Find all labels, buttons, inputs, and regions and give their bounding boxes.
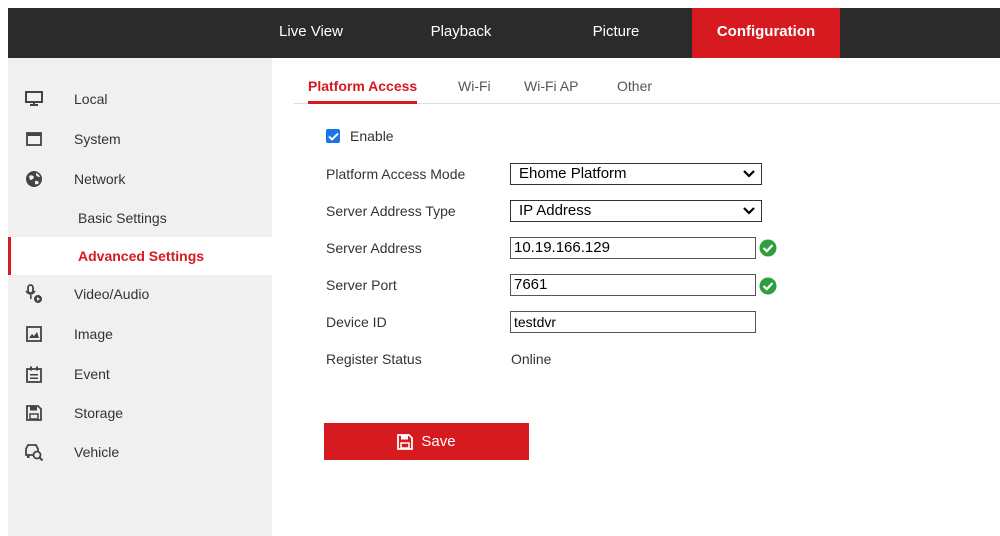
sidebar-item-video-audio[interactable]: Video/Audio (8, 275, 272, 313)
check-circle-icon (759, 239, 777, 257)
top-strip (0, 0, 1000, 8)
sidebar-item-event[interactable]: Event (8, 355, 272, 393)
chevron-down-icon (743, 207, 755, 215)
tab-platform-access[interactable]: Platform Access (308, 78, 418, 104)
sidebar: Local System Network Basic Settings Adva… (8, 58, 272, 536)
server-port-label: Server Port (326, 277, 397, 293)
checkmark-icon (327, 132, 339, 141)
sidebar-item-label: Event (74, 366, 110, 382)
nav-configuration[interactable]: Configuration (692, 8, 840, 58)
nav-picture[interactable]: Picture (576, 8, 656, 58)
device-id-label: Device ID (326, 314, 387, 330)
sidebar-item-vehicle[interactable]: Vehicle (8, 433, 272, 471)
sidebar-item-label: Basic Settings (78, 210, 167, 226)
server-address-input[interactable]: 10.19.166.129 (510, 237, 756, 259)
check-circle-icon (759, 277, 777, 295)
audio-video-icon (24, 284, 44, 304)
server-address-type-label: Server Address Type (326, 203, 456, 219)
floppy-icon (397, 433, 414, 450)
sidebar-item-label: Vehicle (74, 444, 120, 460)
sidebar-item-label: Advanced Settings (78, 248, 205, 264)
device-id-value: testdvr (514, 314, 557, 330)
enable-checkbox[interactable] (326, 129, 340, 143)
sidebar-item-label: Video/Audio (74, 286, 150, 302)
sidebar-item-local[interactable]: Local (8, 80, 272, 118)
register-status-label: Register Status (326, 351, 422, 367)
sidebar-item-label: System (74, 131, 121, 147)
sidebar-item-storage[interactable]: Storage (8, 394, 272, 432)
tab-other[interactable]: Other (617, 78, 652, 104)
globe-icon (24, 169, 44, 189)
server-address-type-value: IP Address (519, 202, 592, 219)
chevron-down-icon (743, 170, 755, 178)
config-page: Live View Playback Picture Configuration… (0, 0, 1000, 536)
sidebar-item-image[interactable]: Image (8, 315, 272, 353)
tab-wifi-ap[interactable]: Wi-Fi AP (524, 78, 578, 104)
sidebar-item-label: Storage (74, 405, 124, 421)
sidebar-item-label: Network (74, 171, 126, 187)
server-port-input[interactable]: 7661 (510, 274, 756, 296)
tab-wifi[interactable]: Wi-Fi (458, 78, 491, 104)
enable-label: Enable (350, 128, 394, 144)
device-id-input[interactable]: testdvr (510, 311, 756, 333)
server-address-value: 10.19.166.129 (514, 239, 610, 256)
register-status-value: Online (511, 351, 552, 367)
top-nav-bar: Live View Playback Picture Configuration (8, 8, 1000, 58)
monitor-icon (24, 89, 44, 109)
platform-access-mode-value: Ehome Platform (519, 165, 627, 182)
window-icon (24, 129, 44, 149)
nav-playback[interactable]: Playback (416, 8, 506, 58)
floppy-icon (24, 403, 44, 423)
server-address-type-select[interactable]: IP Address (510, 200, 762, 222)
config-tabs: Platform Access Wi-Fi Wi-Fi AP Other (294, 72, 1000, 104)
sidebar-item-network[interactable]: Network (8, 160, 272, 198)
platform-access-mode-select[interactable]: Ehome Platform (510, 163, 762, 185)
server-port-value: 7661 (514, 276, 548, 293)
image-icon (24, 324, 44, 344)
nav-live-view[interactable]: Live View (266, 8, 356, 58)
sidebar-item-label: Image (74, 326, 113, 342)
sidebar-item-advanced-settings[interactable]: Advanced Settings (8, 237, 272, 275)
vehicle-search-icon (24, 442, 44, 462)
calendar-icon (24, 364, 44, 384)
sidebar-item-basic-settings[interactable]: Basic Settings (8, 199, 272, 237)
save-label: Save (421, 433, 456, 450)
platform-access-mode-label: Platform Access Mode (326, 166, 466, 182)
sidebar-item-label: Local (74, 91, 108, 107)
sidebar-item-system[interactable]: System (8, 120, 272, 158)
save-button[interactable]: Save (324, 423, 529, 460)
server-address-label: Server Address (326, 240, 422, 256)
